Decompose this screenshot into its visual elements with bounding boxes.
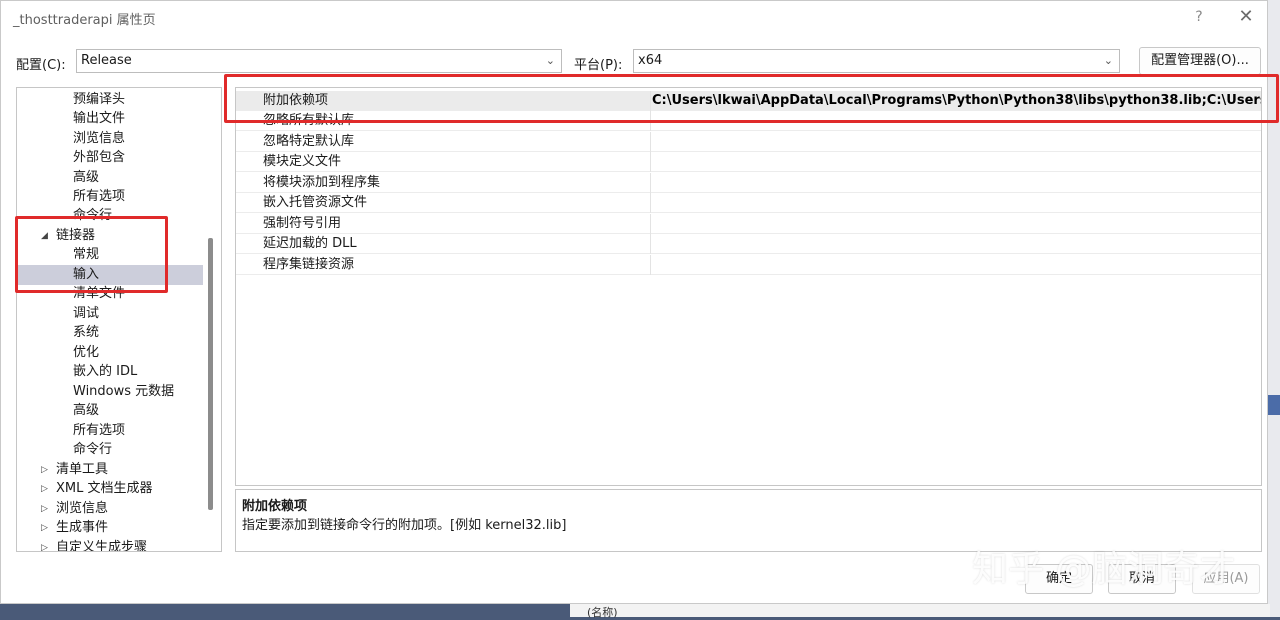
platform-dropdown[interactable]: x64 ⌄ xyxy=(633,49,1120,73)
collapsed-triangle-icon[interactable]: ▷ xyxy=(41,518,48,538)
tree-item[interactable]: ▷ XML 文档生成器 xyxy=(17,479,203,499)
close-button[interactable]: ✕ xyxy=(1235,6,1257,28)
tree-item[interactable]: 命令行 xyxy=(17,440,203,460)
property-tree: 预编译头 输出文件 浏览信息 外部包含 高级 所有选项 命令行 ◢ 链接器 常规… xyxy=(16,87,222,552)
chevron-down-icon: ⌄ xyxy=(545,54,555,67)
tree-item[interactable]: 预编译头 xyxy=(17,90,203,110)
property-grid: 附加依赖项 C:\Users\lkwai\AppData\Local\Progr… xyxy=(235,87,1262,486)
platform-label: 平台(P): xyxy=(574,58,623,73)
tree-item[interactable]: 所有选项 xyxy=(17,187,203,207)
help-button[interactable]: ? xyxy=(1189,7,1209,27)
property-row[interactable]: 忽略特定默认库 xyxy=(236,132,1261,152)
tree-item[interactable]: 高级 xyxy=(17,168,203,188)
tree-item[interactable]: Windows 元数据 xyxy=(17,382,203,402)
tree-item[interactable]: ▷ 自定义生成步骤 xyxy=(17,538,203,551)
tree-item[interactable]: 优化 xyxy=(17,343,203,363)
collapsed-triangle-icon[interactable]: ▷ xyxy=(41,479,48,499)
background-app-highlight xyxy=(1268,395,1280,415)
tree-item[interactable]: 外部包含 xyxy=(17,148,203,168)
collapsed-triangle-icon[interactable]: ▷ xyxy=(41,460,48,480)
background-app-panel xyxy=(570,604,1270,617)
tree-item[interactable]: 浏览信息 xyxy=(17,129,203,149)
watermark: 知乎 @脑洞奇才 xyxy=(972,549,1236,590)
property-row[interactable]: 模块定义文件 xyxy=(236,152,1261,172)
tree-item[interactable]: 系统 xyxy=(17,323,203,343)
description-title: 附加依赖项 xyxy=(242,499,308,514)
background-app-text: (名称) xyxy=(587,606,618,619)
description-text: 指定要添加到链接命令行的附加项。[例如 kernel32.lib] xyxy=(242,518,567,533)
config-manager-button[interactable]: 配置管理器(O)... xyxy=(1139,47,1261,75)
platform-value: x64 xyxy=(638,53,663,68)
tree-item[interactable]: 输出文件 xyxy=(17,109,203,129)
collapsed-triangle-icon[interactable]: ▷ xyxy=(41,538,48,551)
config-value: Release xyxy=(81,53,132,68)
dialog-title: _thosttraderapi 属性页 xyxy=(13,13,156,28)
tree-item[interactable]: ▷ 清单工具 xyxy=(17,460,203,480)
chevron-down-icon: ⌄ xyxy=(1103,54,1113,67)
collapsed-triangle-icon[interactable]: ▷ xyxy=(41,499,48,519)
tree-item[interactable]: ▷ 浏览信息 xyxy=(17,499,203,519)
tree-item[interactable]: 高级 xyxy=(17,401,203,421)
property-row[interactable]: 嵌入托管资源文件 xyxy=(236,193,1261,213)
annotation-box-tree xyxy=(15,216,168,293)
property-row[interactable]: 将模块添加到程序集 xyxy=(236,173,1261,193)
tree-item[interactable]: 所有选项 xyxy=(17,421,203,441)
tree-item[interactable]: 嵌入的 IDL xyxy=(17,362,203,382)
tree-item[interactable]: 调试 xyxy=(17,304,203,324)
tree-scrollbar[interactable] xyxy=(208,238,213,510)
property-row[interactable]: 延迟加载的 DLL xyxy=(236,234,1261,254)
tree-item[interactable]: ▷ 生成事件 xyxy=(17,518,203,538)
property-row[interactable]: 程序集链接资源 xyxy=(236,255,1261,275)
config-dropdown[interactable]: Release ⌄ xyxy=(76,49,562,73)
config-label: 配置(C): xyxy=(16,58,66,73)
property-row[interactable]: 强制符号引用 xyxy=(236,214,1261,234)
annotation-box-property xyxy=(224,74,1279,123)
